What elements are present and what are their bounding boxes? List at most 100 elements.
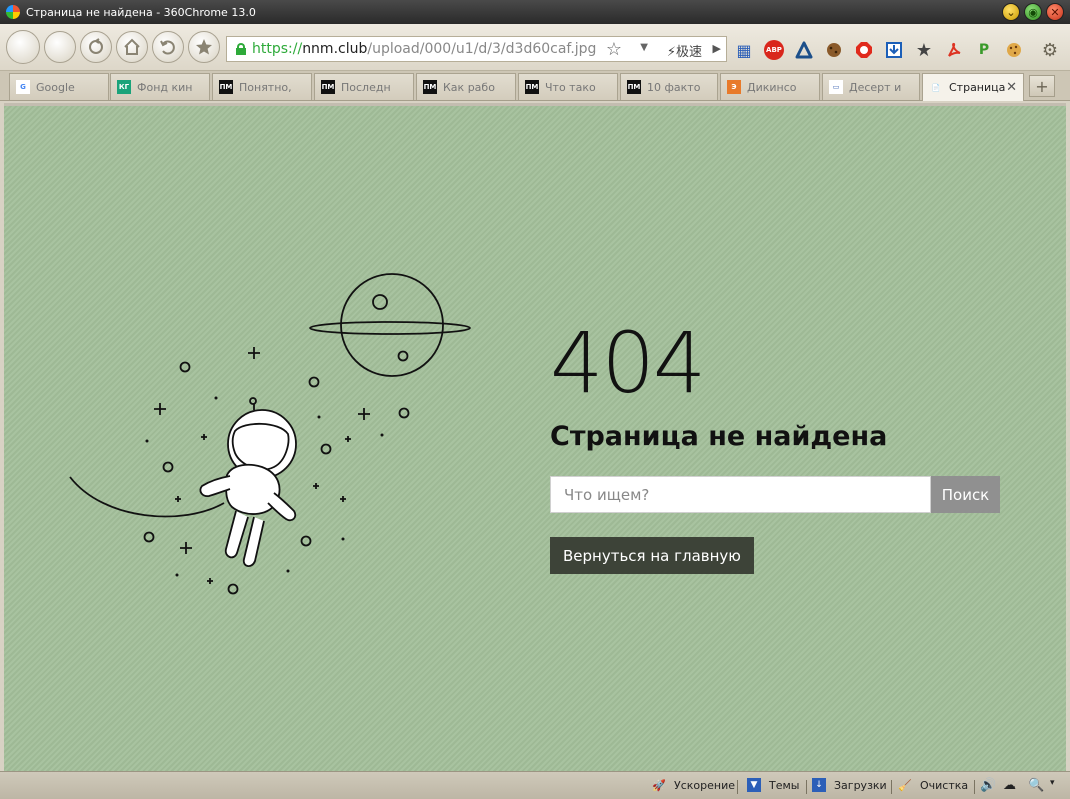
tab-7[interactable]: ПМ 10 факто [620, 73, 718, 100]
page-title: Страница не найдена [550, 421, 888, 452]
window-title: Страница не найдена - 360Chrome 13.0 [26, 5, 256, 19]
browser-logo-icon [6, 5, 20, 19]
tab-label: Дикинсо [747, 80, 797, 94]
status-divider [974, 780, 975, 794]
downloads-label: Загрузки [834, 778, 887, 792]
browser-toolbar: https://nnm.club/upload/000/u1/d/3/d3d60… [0, 24, 1070, 71]
tab-label: Десерт и [849, 80, 902, 94]
tab-label: Последн [341, 80, 391, 94]
error-code: 404 [550, 314, 706, 412]
rocket-icon: 🚀 [652, 778, 666, 792]
alice-icon[interactable] [794, 40, 814, 60]
url-host: nnm.club [302, 41, 368, 57]
tab-4[interactable]: ПМ Последн [314, 73, 414, 100]
acceleration-label: Ускорение [674, 778, 735, 792]
back-button[interactable] [6, 30, 40, 64]
close-window-button[interactable]: ✕ [1046, 3, 1064, 21]
favorites-button[interactable] [188, 31, 220, 63]
url-protocol: https:// [252, 41, 303, 57]
search-form: Поиск [550, 476, 1000, 513]
stop-icon[interactable] [854, 40, 874, 60]
tab-10[interactable]: 📄 Страница ✕ [922, 73, 1024, 101]
tab-label: Что тако [545, 80, 596, 94]
tab-label: Страница [949, 81, 1006, 94]
tab-favicon-icon: 📄 [931, 83, 941, 92]
page-viewport: 404 Страница не найдена Поиск Вернуться … [4, 103, 1066, 771]
tab-favicon-icon: ПМ [525, 80, 539, 94]
page-top-divider [4, 103, 1066, 106]
cloud-icon[interactable]: ☁ [1003, 778, 1016, 793]
forward-button[interactable] [44, 31, 76, 63]
astronaut-illustration [69, 273, 471, 595]
settings-gear-icon[interactable]: ⚙ [1040, 40, 1060, 61]
url-dropdown-icon[interactable]: ▼ [640, 42, 648, 53]
go-home-button[interactable]: Вернуться на главную [550, 537, 754, 574]
zoom-icon[interactable]: 🔍 [1028, 778, 1044, 793]
status-bar: 🚀 Ускорение ▼ Темы ↓ Загрузки 🧹 Очистка … [0, 771, 1070, 799]
tab-label: 10 факто [647, 80, 701, 94]
tab-bar: 📄 Страница ✕ ▭ Десерт и Э Дикинсо ПМ 10 факто ПМ Ч… [0, 71, 1070, 101]
theme-shirt-icon: ▼ [747, 778, 761, 792]
tab-favicon-icon: G [16, 80, 30, 94]
tab-5[interactable]: ПМ Как рабо [416, 73, 516, 100]
tab-label: Google [36, 80, 75, 94]
pdf-icon[interactable] [944, 40, 964, 60]
broom-icon: 🧹 [898, 778, 912, 792]
tab-favicon-icon: ПМ [219, 80, 233, 94]
secure-lock-icon [236, 43, 246, 55]
paint-icon[interactable]: P [974, 40, 994, 60]
apps-icon[interactable]: ▦ [734, 40, 754, 60]
new-tab-button[interactable]: + [1029, 75, 1055, 97]
close-tab-icon[interactable]: ✕ [1006, 80, 1017, 95]
home-icon [124, 38, 140, 55]
tab-9[interactable]: ▭ Десерт и [822, 73, 920, 100]
bookmark-star-ext-icon[interactable]: ★ [914, 40, 934, 61]
maximize-button[interactable]: ◉ [1024, 3, 1042, 21]
url-path: /upload/000/u1/d/3/d3d60caf.jpg [367, 41, 597, 57]
title-bar: Страница не найдена - 360Chrome 13.0 ⌄ ◉… [0, 0, 1070, 24]
status-divider [891, 780, 892, 794]
search-button[interactable]: Поиск [931, 476, 1000, 513]
status-divider [806, 780, 807, 794]
tab-favicon-icon: ПМ [321, 80, 335, 94]
cleanup-button[interactable]: 🧹 Очистка [898, 778, 968, 792]
tab-label: Понятно, [239, 80, 292, 94]
undo-icon [160, 40, 175, 55]
tab-favicon-icon: ▭ [829, 80, 843, 94]
bookmark-star-icon[interactable]: ☆ [606, 39, 622, 60]
go-arrow-icon[interactable]: ▶ [713, 42, 721, 55]
tab-label: Как рабо [443, 80, 495, 94]
download-icon[interactable] [884, 40, 904, 60]
volume-icon[interactable]: 🔊 [980, 778, 996, 793]
themes-label: Темы [769, 778, 800, 792]
download-arrow-icon: ↓ [812, 778, 826, 792]
tab-label: Фонд кин [137, 80, 193, 94]
search-input[interactable] [550, 476, 931, 513]
status-divider [737, 780, 738, 794]
tab-3[interactable]: ПМ Понятно, [212, 73, 312, 100]
reload-button[interactable] [80, 31, 112, 63]
tab-8[interactable]: Э Дикинсо [720, 73, 820, 100]
speed-mode-label: 极速 [675, 45, 702, 60]
address-bar[interactable]: https://nnm.club/upload/000/u1/d/3/d3d60… [226, 36, 727, 62]
zoom-dropdown-icon[interactable]: ▾ [1050, 778, 1055, 788]
minimize-button[interactable]: ⌄ [1002, 3, 1020, 21]
acceleration-toggle[interactable]: 🚀 Ускорение [652, 778, 735, 792]
star-icon [196, 39, 212, 55]
home-button[interactable] [116, 31, 148, 63]
speed-mode-toggle[interactable]: ⚡极速 [667, 41, 702, 60]
tab-favicon-icon: Э [727, 80, 741, 94]
reload-icon [89, 38, 103, 54]
window-controls: ⌄ ◉ ✕ [1002, 3, 1064, 21]
cookie-icon[interactable] [824, 40, 844, 60]
tab-favicon-icon: ПМ [627, 80, 641, 94]
adblock-icon[interactable]: ABP [764, 40, 784, 60]
tab-2[interactable]: КГ Фонд кин [110, 73, 210, 100]
downloads-button[interactable]: ↓ Загрузки [812, 778, 887, 792]
tab-1[interactable]: G Google [9, 73, 109, 100]
tab-favicon-icon: ПМ [423, 80, 437, 94]
tab-6[interactable]: ПМ Что тако [518, 73, 618, 100]
themes-button[interactable]: ▼ Темы [747, 778, 799, 792]
cookie2-icon[interactable] [1004, 40, 1024, 60]
undo-close-tab-button[interactable] [152, 31, 184, 63]
